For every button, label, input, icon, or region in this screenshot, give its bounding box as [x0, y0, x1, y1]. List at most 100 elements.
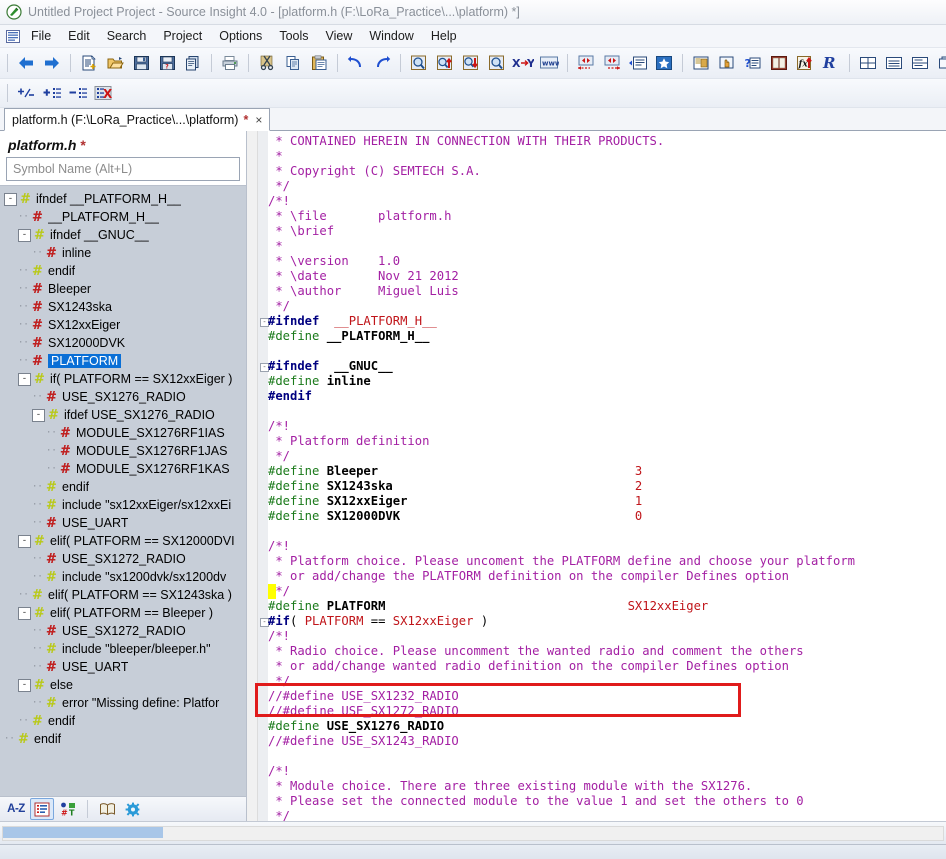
- reference-book-icon[interactable]: [95, 798, 119, 820]
- tree-collapse-toggle[interactable]: -: [18, 679, 31, 692]
- symbol-tree-item[interactable]: -#elif( PLATFORM == Bleeper ): [0, 604, 246, 622]
- symbol-info-icon[interactable]: ?: [740, 51, 766, 75]
- symbol-list-icon[interactable]: [30, 798, 54, 820]
- symbol-tree-item[interactable]: ··#endif: [0, 712, 246, 730]
- tree-collapse-toggle[interactable]: -: [18, 607, 31, 620]
- menu-item-window[interactable]: Window: [361, 27, 421, 45]
- search-icon[interactable]: [406, 51, 432, 75]
- symbol-tree-item[interactable]: ··#PLATFORM: [0, 352, 246, 370]
- code-text-area[interactable]: * CONTAINED HEREIN IN CONNECTION WITH TH…: [268, 131, 946, 821]
- remove-list-icon[interactable]: [65, 81, 91, 105]
- symbol-tree-item[interactable]: -#ifndef __GNUC__: [0, 226, 246, 244]
- symbol-tree-item[interactable]: ··#MODULE_SX1276RF1IAS: [0, 424, 246, 442]
- horizontal-scrollbar-thumb[interactable]: [3, 827, 163, 838]
- symbol-tree-item[interactable]: ··#endif: [0, 478, 246, 496]
- symbol-search-input[interactable]: Symbol Name (Alt+L): [6, 157, 240, 181]
- symbol-tree-item[interactable]: ··#inline: [0, 244, 246, 262]
- symbol-tree-item[interactable]: ··#elif( PLATFORM == SX1243ska ): [0, 586, 246, 604]
- symbol-tree-item[interactable]: -#if( PLATFORM == SX12xxEiger ): [0, 370, 246, 388]
- symbol-tree-item[interactable]: ··#__PLATFORM_H__: [0, 208, 246, 226]
- tree-collapse-toggle[interactable]: -: [32, 409, 45, 422]
- menu-item-tools[interactable]: Tools: [271, 27, 316, 45]
- menu-item-edit[interactable]: Edit: [60, 27, 98, 45]
- add-remove-icon[interactable]: [13, 81, 39, 105]
- add-list-icon[interactable]: [39, 81, 65, 105]
- cut-icon[interactable]: [254, 51, 280, 75]
- symbol-tree-item[interactable]: ··#MODULE_SX1276RF1JAS: [0, 442, 246, 460]
- tree-collapse-toggle[interactable]: -: [4, 193, 17, 206]
- copy-icon[interactable]: [280, 51, 306, 75]
- cascade-windows-icon[interactable]: [933, 51, 946, 75]
- symbol-tree-item[interactable]: -#elif( PLATFORM == SX12000DVI: [0, 532, 246, 550]
- context-window-icon[interactable]: [688, 51, 714, 75]
- menu-item-project[interactable]: Project: [155, 27, 210, 45]
- symbol-tree-item[interactable]: ··#SX12000DVK: [0, 334, 246, 352]
- symbol-tree-item[interactable]: ··#endif: [0, 730, 246, 748]
- close-file-icon[interactable]: [180, 51, 206, 75]
- save-icon[interactable]: [128, 51, 154, 75]
- menu-item-file[interactable]: File: [23, 27, 59, 45]
- tree-collapse-toggle[interactable]: -: [18, 229, 31, 242]
- relation-window-icon[interactable]: R: [818, 51, 844, 75]
- symbol-tree-item[interactable]: ··#SX1243ska: [0, 298, 246, 316]
- symbol-tree-item[interactable]: ··#USE_SX1272_RADIO: [0, 550, 246, 568]
- sort-alphabetical-icon[interactable]: A-Z: [4, 798, 28, 820]
- replace-icon[interactable]: X Y: [510, 51, 536, 75]
- editor-left-scrollbar[interactable]: [247, 131, 258, 821]
- close-icon[interactable]: ×: [253, 113, 262, 127]
- symbol-type-icon[interactable]: # T: [56, 798, 80, 820]
- tree-collapse-toggle[interactable]: -: [18, 535, 31, 548]
- symbol-tree-item[interactable]: ··#error "Missing define: Platfor: [0, 694, 246, 712]
- jump-forward-icon[interactable]: [599, 51, 625, 75]
- symbol-tree-item[interactable]: ··#MODULE_SX1276RF1KAS: [0, 460, 246, 478]
- jump-back-icon[interactable]: [573, 51, 599, 75]
- symbol-tree-item[interactable]: ··#include "sx1200dvk/sx1200dv: [0, 568, 246, 586]
- window-layout-icon[interactable]: [907, 51, 933, 75]
- menu-item-options[interactable]: Options: [211, 27, 270, 45]
- tree-collapse-toggle[interactable]: -: [18, 373, 31, 386]
- open-file-icon[interactable]: [102, 51, 128, 75]
- horizontal-scrollbar[interactable]: [2, 826, 944, 841]
- new-file-icon[interactable]: [76, 51, 102, 75]
- symbol-tree-item[interactable]: -#ifndef __PLATFORM_H__: [0, 190, 246, 208]
- document-tab-platform-h[interactable]: platform.h (F:\LoRa_Practice\...\platfor…: [4, 108, 270, 131]
- search-backward-icon[interactable]: [432, 51, 458, 75]
- search-forward-icon[interactable]: [458, 51, 484, 75]
- browse-web-icon[interactable]: www: [536, 51, 562, 75]
- clear-list-icon[interactable]: X: [91, 81, 117, 105]
- symbol-tree-item[interactable]: ··#include "sx12xxEiger/sx12xxEi: [0, 496, 246, 514]
- tile-windows-icon[interactable]: [855, 51, 881, 75]
- symbol-tree-item[interactable]: ··#USE_UART: [0, 658, 246, 676]
- horizontal-split-icon[interactable]: [881, 51, 907, 75]
- symbol-tree-item[interactable]: ··#include "bleeper/bleeper.h": [0, 640, 246, 658]
- save-all-icon[interactable]: ?: [154, 51, 180, 75]
- code-editor[interactable]: ---- * CONTAINED HEREIN IN CONNECTION WI…: [247, 131, 946, 821]
- symbol-tree-item[interactable]: ··#endif: [0, 262, 246, 280]
- symbol-tree-item[interactable]: ··#USE_SX1276_RADIO: [0, 388, 246, 406]
- print-icon[interactable]: [217, 51, 243, 75]
- document-system-icon[interactable]: [4, 28, 22, 44]
- drag-hand-icon[interactable]: [714, 51, 740, 75]
- bookmark-icon[interactable]: [651, 51, 677, 75]
- symbol-tree-item[interactable]: ··#USE_SX1272_RADIO: [0, 622, 246, 640]
- settings-gear-icon[interactable]: [121, 798, 145, 820]
- symbol-tree-scroll[interactable]: -#ifndef __PLATFORM_H__··#__PLATFORM_H__…: [0, 186, 246, 796]
- menu-item-view[interactable]: View: [318, 27, 361, 45]
- symbol-window-icon[interactable]: [625, 51, 651, 75]
- jump-to-definition-icon[interactable]: fx: [792, 51, 818, 75]
- lookup-reference-icon[interactable]: [484, 51, 510, 75]
- symbol-tree-item[interactable]: ··#USE_UART: [0, 514, 246, 532]
- symbol-tree-item[interactable]: ··#SX12xxEiger: [0, 316, 246, 334]
- symbol-tree-item[interactable]: ··#Bleeper: [0, 280, 246, 298]
- symbol-tree-item[interactable]: -#else: [0, 676, 246, 694]
- back-icon[interactable]: [13, 51, 39, 75]
- undo-icon[interactable]: [343, 51, 369, 75]
- menu-item-search[interactable]: Search: [99, 27, 155, 45]
- forward-icon[interactable]: [39, 51, 65, 75]
- redo-icon[interactable]: [369, 51, 395, 75]
- symbol-tree-item[interactable]: -#ifdef USE_SX1276_RADIO: [0, 406, 246, 424]
- paste-icon[interactable]: [306, 51, 332, 75]
- menu-item-help[interactable]: Help: [423, 27, 465, 45]
- reference-book-icon[interactable]: [766, 51, 792, 75]
- editor-fold-gutter[interactable]: ----: [258, 131, 268, 821]
